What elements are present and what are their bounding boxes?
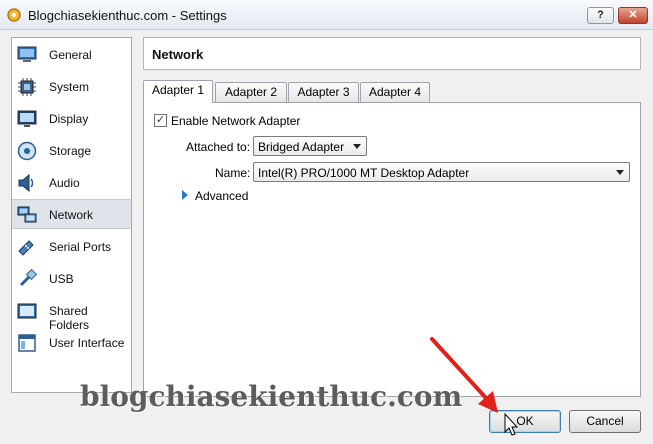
tab-adapter-4[interactable]: Adapter 4 [360, 82, 430, 102]
sidebar-item-storage[interactable]: Storage [12, 136, 131, 166]
adapter-name-select[interactable]: Intel(R) PRO/1000 MT Desktop Adapter [253, 162, 630, 182]
chip-icon [18, 78, 36, 96]
speaker-icon [18, 173, 34, 193]
ok-button[interactable]: OK [489, 410, 561, 433]
advanced-toggle[interactable]: Advanced [195, 189, 248, 203]
sidebar-item-label: User Interface [49, 336, 125, 350]
tab-adapter-1[interactable]: Adapter 1 [143, 80, 213, 103]
watermark: blogchiasekienthuc.com [80, 380, 463, 413]
tab-adapter-2[interactable]: Adapter 2 [215, 82, 287, 102]
app-gear-icon [7, 8, 21, 22]
attached-to-value: Bridged Adapter [258, 140, 345, 154]
enable-network-adapter-label: Enable Network Adapter [171, 114, 301, 128]
sidebar-item-label: General [49, 48, 92, 62]
attached-to-select[interactable]: Bridged Adapter [253, 136, 367, 156]
window-title: Blogchiasekienthuc.com - Settings [28, 8, 227, 23]
adapter-name-value: Intel(R) PRO/1000 MT Desktop Adapter [258, 166, 470, 180]
name-label: Name: [215, 166, 251, 180]
sidebar-item-label: System [49, 80, 90, 94]
serial-port-icon [18, 240, 34, 256]
settings-sidebar: General System Display Storage Audio Net… [11, 37, 132, 393]
sidebar-item-label: Display [49, 112, 89, 126]
tab-adapter-3[interactable]: Adapter 3 [288, 82, 359, 102]
display-icon [17, 110, 37, 127]
chevron-down-icon [616, 170, 624, 175]
sidebar-item-usb[interactable]: USB [12, 264, 131, 294]
close-button[interactable]: ✕ [618, 7, 648, 24]
attached-to-label: Attached to: [186, 140, 251, 154]
chevron-down-icon [353, 144, 361, 149]
storage-icon [17, 141, 37, 161]
sidebar-item-serial-ports[interactable]: Serial Ports [12, 232, 131, 262]
sidebar-item-label: Storage [49, 144, 92, 158]
sidebar-item-label: Network [49, 208, 94, 222]
folder-icon [17, 303, 37, 319]
sidebar-item-audio[interactable]: Audio [12, 168, 131, 198]
help-button[interactable]: ? [587, 7, 614, 24]
sidebar-item-label: USB [49, 272, 74, 286]
page-header: Network [143, 37, 641, 70]
sidebar-item-label: Audio [49, 176, 80, 190]
cancel-button[interactable]: Cancel [569, 410, 641, 433]
usb-icon [19, 269, 37, 287]
monitor-icon [17, 46, 37, 62]
title-bar: Blogchiasekienthuc.com - Settings ? ✕ [0, 0, 653, 30]
expand-arrow-icon[interactable] [182, 190, 188, 200]
user-interface-icon [18, 334, 36, 352]
sidebar-item-display[interactable]: Display [12, 104, 131, 134]
sidebar-item-network[interactable]: Network [12, 199, 131, 229]
sidebar-item-general[interactable]: General [12, 40, 131, 70]
sidebar-item-system[interactable]: System [12, 72, 131, 102]
sidebar-item-label: Serial Ports [49, 240, 112, 254]
network-icon [17, 206, 37, 223]
sidebar-item-shared-folders[interactable]: Shared Folders [12, 296, 131, 332]
enable-network-adapter-checkbox[interactable]: ✓ [154, 114, 167, 127]
page-title: Network [152, 47, 204, 62]
sidebar-item-user-interface[interactable]: User Interface [12, 328, 131, 358]
